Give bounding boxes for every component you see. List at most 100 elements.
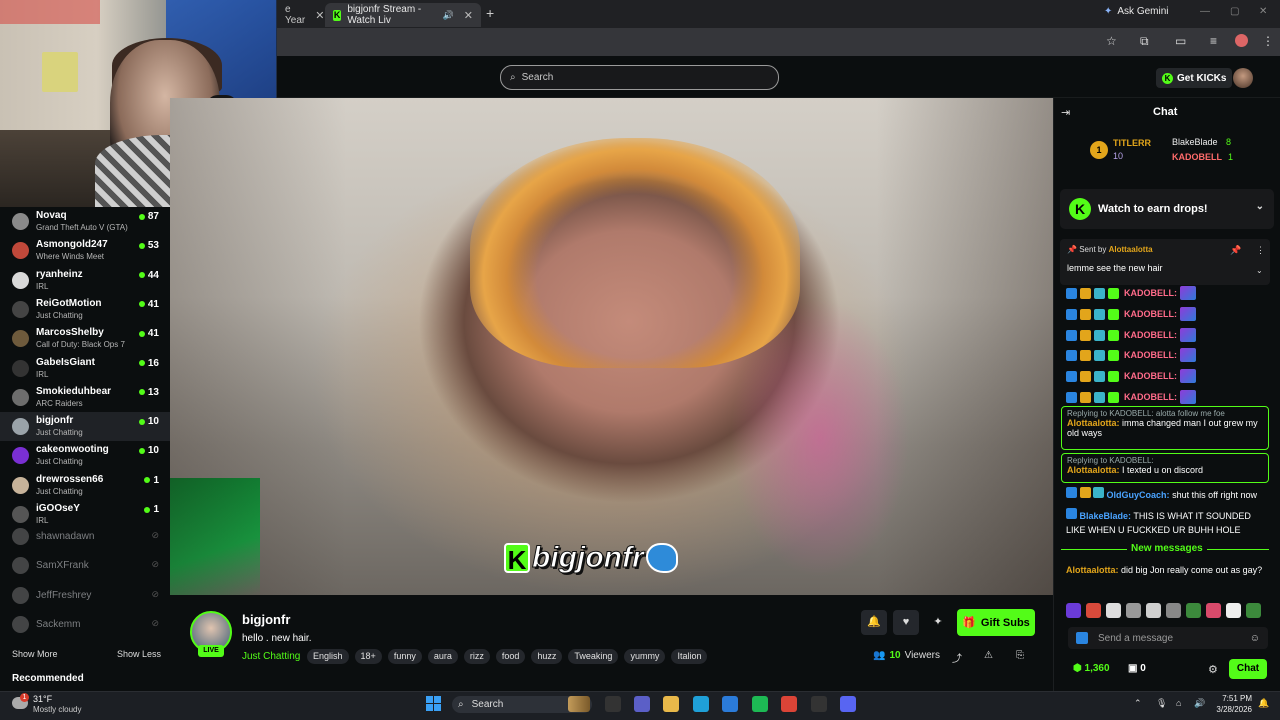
emote-icon[interactable]	[1086, 603, 1101, 618]
browser-tab-1[interactable]: e Year ✕	[277, 3, 324, 27]
emote-icon[interactable]	[1246, 603, 1261, 618]
store-icon[interactable]	[722, 696, 738, 712]
windows-start-icon[interactable]	[426, 696, 441, 711]
show-less-button[interactable]: Show Less	[117, 649, 161, 659]
video-player[interactable]: K bigjonfr	[170, 98, 1053, 595]
share-icon[interactable]: ⤴	[952, 650, 962, 665]
reading-list-icon[interactable]: ≡	[1210, 34, 1217, 48]
emote-icon[interactable]	[1226, 603, 1241, 618]
file-explorer-icon[interactable]	[663, 696, 679, 712]
stream-tag[interactable]: aura	[427, 649, 458, 664]
top-gifter-2-name[interactable]: BlakeBlade	[1172, 137, 1218, 147]
collapse-chat-icon[interactable]: ⇥	[1061, 106, 1070, 119]
stream-tag[interactable]: rizz	[463, 649, 490, 664]
secondary-points[interactable]: ▣ 0	[1128, 663, 1146, 674]
expand-chevron-icon[interactable]: ⌄	[1256, 266, 1263, 275]
chrome-icon[interactable]	[781, 696, 797, 712]
close-window-icon[interactable]: ✕	[1259, 6, 1267, 17]
emote-icon[interactable]	[1146, 603, 1161, 618]
spotify-icon[interactable]	[752, 696, 768, 712]
menu-icon[interactable]: ⋮	[1262, 34, 1274, 48]
top-gifter-3-name[interactable]: KADOBELL	[1172, 152, 1222, 162]
top-gifter-1-name[interactable]: TITLERR	[1113, 138, 1151, 148]
clip-icon[interactable]: ⎘	[1016, 650, 1024, 661]
chat-username[interactable]: KADOBELL:	[1124, 288, 1177, 298]
new-tab-icon[interactable]: +	[486, 5, 494, 21]
extensions-icon[interactable]: ⧉	[1140, 34, 1149, 49]
gift-subs-button[interactable]: 🎁 Gift Subs	[957, 609, 1035, 636]
show-more-button[interactable]: Show More	[12, 649, 58, 659]
close-tab-icon[interactable]: ✕	[315, 9, 324, 22]
explorer-folder-icon[interactable]	[605, 696, 621, 712]
microphone-icon[interactable]: 🎙	[1156, 698, 1167, 709]
stream-tag[interactable]: Italion	[671, 649, 708, 664]
emote-icon[interactable]	[1106, 603, 1121, 618]
sidebar-channel-offline-shawnadawn[interactable]: shawnadawn ⊘	[0, 522, 170, 551]
emote-icon[interactable]	[1166, 603, 1181, 618]
sidebar-channel-offline-jefffreshrey[interactable]: JeffFreshrey ⊘	[0, 581, 170, 610]
new-messages-label[interactable]: New messages	[1127, 543, 1207, 554]
emote-icon[interactable]	[1206, 603, 1221, 618]
network-icon[interactable]: ⌂	[1176, 698, 1181, 708]
sidebar-channel-cakeonwooting[interactable]: cakeonwooting Just Chatting 10	[0, 441, 170, 470]
stream-tag[interactable]: food	[495, 649, 526, 664]
weather-temperature[interactable]: 31°F	[33, 694, 52, 704]
sidebar-channel-novaq[interactable]: Novaq Grand Theft Auto V (GTA) 87	[0, 207, 170, 236]
sidebar-channel-asmongold247[interactable]: Asmongold247 Where Winds Meet 53	[0, 236, 170, 265]
sidebar-channel-drewrossen66[interactable]: drewrossen66 Just Chatting 1	[0, 471, 170, 500]
stream-tag[interactable]: 18+	[354, 649, 382, 664]
stream-tag[interactable]: huzz	[531, 649, 563, 664]
user-avatar[interactable]	[1233, 68, 1253, 88]
discord-icon[interactable]	[840, 696, 856, 712]
sparkle-icon[interactable]: ✦	[925, 610, 951, 635]
ask-gemini-button[interactable]: ✦ Ask Gemini	[1104, 6, 1169, 17]
chat-username[interactable]: Alottaalotta:	[1067, 418, 1120, 428]
report-icon[interactable]: ⚠	[984, 650, 993, 661]
emote-icon[interactable]	[1126, 603, 1141, 618]
maximize-icon[interactable]: ▢	[1230, 6, 1239, 17]
chat-username[interactable]: KADOBELL:	[1124, 371, 1177, 381]
unpin-icon[interactable]: 📌	[1230, 245, 1241, 256]
sidebar-channel-smokieduhbear[interactable]: Smokieduhbear ARC Raiders 13	[0, 383, 170, 412]
edge-icon[interactable]	[693, 696, 709, 712]
chat-username[interactable]: Alottaalotta:	[1066, 565, 1119, 575]
sidebar-channel-ryanheinz[interactable]: ryanheinz IRL 44	[0, 266, 170, 295]
chat-username[interactable]: OldGuyCoach:	[1107, 490, 1170, 500]
close-tab-icon[interactable]: ✕	[464, 9, 473, 22]
volume-icon[interactable]: 🔊	[1194, 698, 1205, 709]
audio-icon[interactable]: 🔊	[443, 10, 454, 21]
get-kicks-button[interactable]: K Get KICKs	[1156, 68, 1233, 88]
sidebar-channel-offline-sackemm[interactable]: Sackemm ⊘	[0, 610, 170, 639]
weather-summary[interactable]: Mostly cloudy	[33, 705, 81, 714]
emoji-picker-icon[interactable]: ☺	[1250, 633, 1260, 644]
stream-category-link[interactable]: Just Chatting	[242, 651, 300, 662]
stream-tag[interactable]: funny	[387, 649, 422, 664]
chat-username[interactable]: Alottaalotta:	[1067, 465, 1120, 475]
bookmark-star-icon[interactable]: ☆	[1106, 34, 1117, 48]
chevron-down-icon[interactable]: ⌄	[1256, 201, 1264, 212]
chat-settings-icon[interactable]: ⚙	[1208, 663, 1218, 676]
tray-overflow-icon[interactable]: ⌃	[1134, 698, 1142, 709]
chat-username[interactable]: KADOBELL:	[1124, 392, 1177, 402]
emote-icon[interactable]	[1066, 603, 1081, 618]
sidebar-channel-offline-samxfrank[interactable]: SamXFrank ⊘	[0, 551, 170, 580]
drops-banner[interactable]: K Watch to earn drops! ⌄	[1060, 189, 1274, 229]
teams-icon[interactable]	[634, 696, 650, 712]
sidebar-channel-reigotmotion[interactable]: ReiGotMotion Just Chatting 41	[0, 295, 170, 324]
chat-send-button[interactable]: Chat	[1229, 659, 1267, 679]
chat-username[interactable]: KADOBELL:	[1124, 309, 1177, 319]
profile-icon[interactable]	[1235, 34, 1248, 47]
minimize-icon[interactable]: —	[1200, 6, 1210, 17]
sidebar-channel-bigjonfr[interactable]: bigjonfr Just Chatting 10	[0, 412, 170, 442]
cast-icon[interactable]: ▭	[1175, 34, 1186, 48]
notifications-bell-icon[interactable]: 🔔	[1258, 698, 1269, 709]
search-input[interactable]: ⌕ Search	[500, 65, 779, 90]
stream-tag[interactable]: English	[307, 649, 349, 664]
sidebar-channel-gabeisgiant[interactable]: GabeIsGiant IRL 16	[0, 354, 170, 383]
stream-tag[interactable]: Tweaking	[568, 649, 619, 664]
send-message-input[interactable]: Send a message ☺	[1068, 627, 1268, 649]
stream-tag[interactable]: yummy	[624, 649, 666, 664]
pinned-by-user[interactable]: Alottaalotta	[1109, 245, 1153, 254]
emote-icon[interactable]	[1186, 603, 1201, 618]
chat-username[interactable]: KADOBELL:	[1124, 350, 1177, 360]
